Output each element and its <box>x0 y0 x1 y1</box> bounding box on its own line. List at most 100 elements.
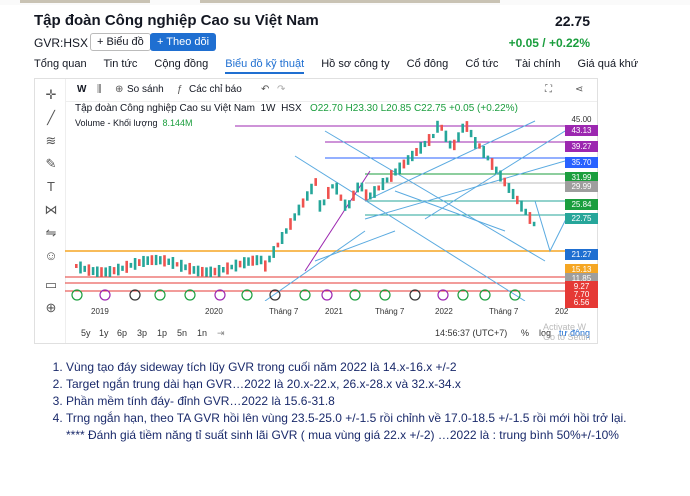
candle <box>322 199 326 206</box>
candle <box>402 159 406 169</box>
time-label: Tháng 7 <box>269 307 299 316</box>
range-bar: 5y 1y 6p 3p 1p 5n 1n ⇥ 14:56:37 (UTC+7) … <box>65 325 595 343</box>
indicators-button[interactable]: Các chỉ báo <box>189 84 242 95</box>
follow-button[interactable]: + Theo dõi <box>150 33 217 51</box>
compare-icon[interactable]: ⊕ <box>115 84 123 95</box>
candle <box>440 124 443 131</box>
candle-type-icon[interactable]: ⫼ <box>97 84 102 95</box>
activate-watermark: Activate W Go to Settin <box>543 322 591 342</box>
tab-news[interactable]: Tin tức <box>103 58 137 70</box>
range-1p[interactable]: 1p <box>157 328 167 338</box>
add-chart-button[interactable]: + Biểu đồ <box>90 33 151 51</box>
candle <box>264 260 267 272</box>
candle <box>373 186 376 198</box>
candle <box>238 260 242 268</box>
candle <box>419 142 422 154</box>
range-6p[interactable]: 6p <box>117 328 127 338</box>
candle <box>104 267 107 277</box>
candle <box>175 262 179 267</box>
candle <box>251 255 254 266</box>
candle <box>352 190 355 201</box>
text-icon[interactable]: T <box>43 179 59 195</box>
candle <box>310 183 313 195</box>
candle <box>159 256 162 265</box>
tab-finance[interactable]: Tài chính <box>515 58 560 70</box>
candle <box>499 170 502 182</box>
tab-company-profile[interactable]: Hồ sơ công ty <box>321 58 389 70</box>
pattern-icon[interactable]: ⋈ <box>43 202 59 218</box>
candle <box>234 259 238 272</box>
candle <box>314 178 317 186</box>
candle <box>259 255 263 265</box>
candle <box>457 132 460 142</box>
candle <box>276 242 280 248</box>
candle <box>532 221 536 227</box>
candle <box>280 232 284 244</box>
redo-icon[interactable]: ↷ <box>277 84 285 95</box>
candle <box>520 200 523 212</box>
candle <box>427 134 431 146</box>
candle <box>406 155 410 165</box>
tab-community[interactable]: Cộng đồng <box>154 58 208 70</box>
percent-toggle[interactable]: % <box>521 328 529 338</box>
compare-button[interactable]: So sánh <box>127 84 164 95</box>
undo-icon[interactable]: ↶ <box>261 84 269 95</box>
candle <box>184 264 187 271</box>
time-label: 2022 <box>435 307 453 316</box>
chart-toolbar: W ⫼ ⊕ So sánh ƒ Các chỉ báo ↶ ↷ ⛶ ⋖ <box>65 79 597 102</box>
tab-dividends[interactable]: Cổ tức <box>465 58 498 70</box>
fib-icon[interactable]: ≋ <box>43 133 59 149</box>
candle <box>436 120 439 133</box>
candle <box>196 265 200 277</box>
indicators-icon[interactable]: ƒ <box>177 84 183 95</box>
range-5y[interactable]: 5y <box>81 328 91 338</box>
share-icon[interactable]: ⋖ <box>575 84 583 95</box>
candle <box>331 184 334 189</box>
tab-price-history[interactable]: Giá quá khứ <box>578 58 639 70</box>
interval-button[interactable]: W <box>77 84 86 95</box>
candle <box>79 261 82 274</box>
zoom-icon[interactable]: ⊕ <box>43 300 59 316</box>
candle <box>272 246 275 258</box>
price-axis[interactable]: 45.00 43.13 39.27 35.70 31.99 29.99 25.84 22.7… <box>565 101 598 321</box>
candle <box>474 137 477 149</box>
top-strip-segment <box>200 0 500 3</box>
fullscreen-icon[interactable]: ⛶ <box>545 84 552 95</box>
trend-line <box>394 190 506 232</box>
candle <box>133 258 137 270</box>
goto-date-icon[interactable]: ⇥ <box>217 328 225 339</box>
candle <box>495 166 498 174</box>
time-label: 2019 <box>91 307 109 316</box>
candle <box>306 191 309 201</box>
candle <box>411 150 414 162</box>
tab-technical-chart[interactable]: Biểu đồ kỹ thuật <box>225 58 305 74</box>
trendline-icon[interactable]: ╱ <box>43 110 59 126</box>
time-label: 2020 <box>205 307 223 316</box>
crosshair-icon[interactable]: ✛ <box>43 87 59 103</box>
brush-icon[interactable]: ✎ <box>43 156 59 172</box>
range-1n[interactable]: 1n <box>197 328 207 338</box>
tab-shareholders[interactable]: Cổ đông <box>407 58 449 70</box>
ruler-icon[interactable]: ▭ <box>43 277 59 293</box>
price-axis-label: 22.75 <box>565 213 598 224</box>
candle <box>285 228 288 234</box>
note-item: Vùng tạo đáy sideway tích lũy GVR trong … <box>66 360 652 375</box>
emoji-icon[interactable]: ☺ <box>43 248 59 264</box>
time-label: Tháng 7 <box>489 307 519 316</box>
candle <box>360 182 364 192</box>
candle <box>289 218 292 230</box>
candle <box>377 185 380 191</box>
prediction-icon[interactable]: ⇋ <box>43 225 59 241</box>
price-plot[interactable] <box>65 101 565 301</box>
candle <box>524 208 527 216</box>
company-name: Tập đoàn Công nghiệp Cao su Việt Nam <box>34 12 319 29</box>
range-3p[interactable]: 3p <box>137 328 147 338</box>
candles <box>75 120 536 278</box>
tab-overview[interactable]: Tổng quan <box>34 58 87 70</box>
price-axis-label: 25.84 <box>565 199 598 210</box>
range-1y[interactable]: 1y <box>99 328 109 338</box>
note-extra: **** Đánh giá tiềm năng tỉ suất sinh lãi… <box>66 428 619 442</box>
range-5n[interactable]: 5n <box>177 328 187 338</box>
legend-ohlc: O22.70 H23.30 L20.85 C22.75 +0.05 (+0.22… <box>309 103 518 114</box>
candle <box>180 259 183 272</box>
